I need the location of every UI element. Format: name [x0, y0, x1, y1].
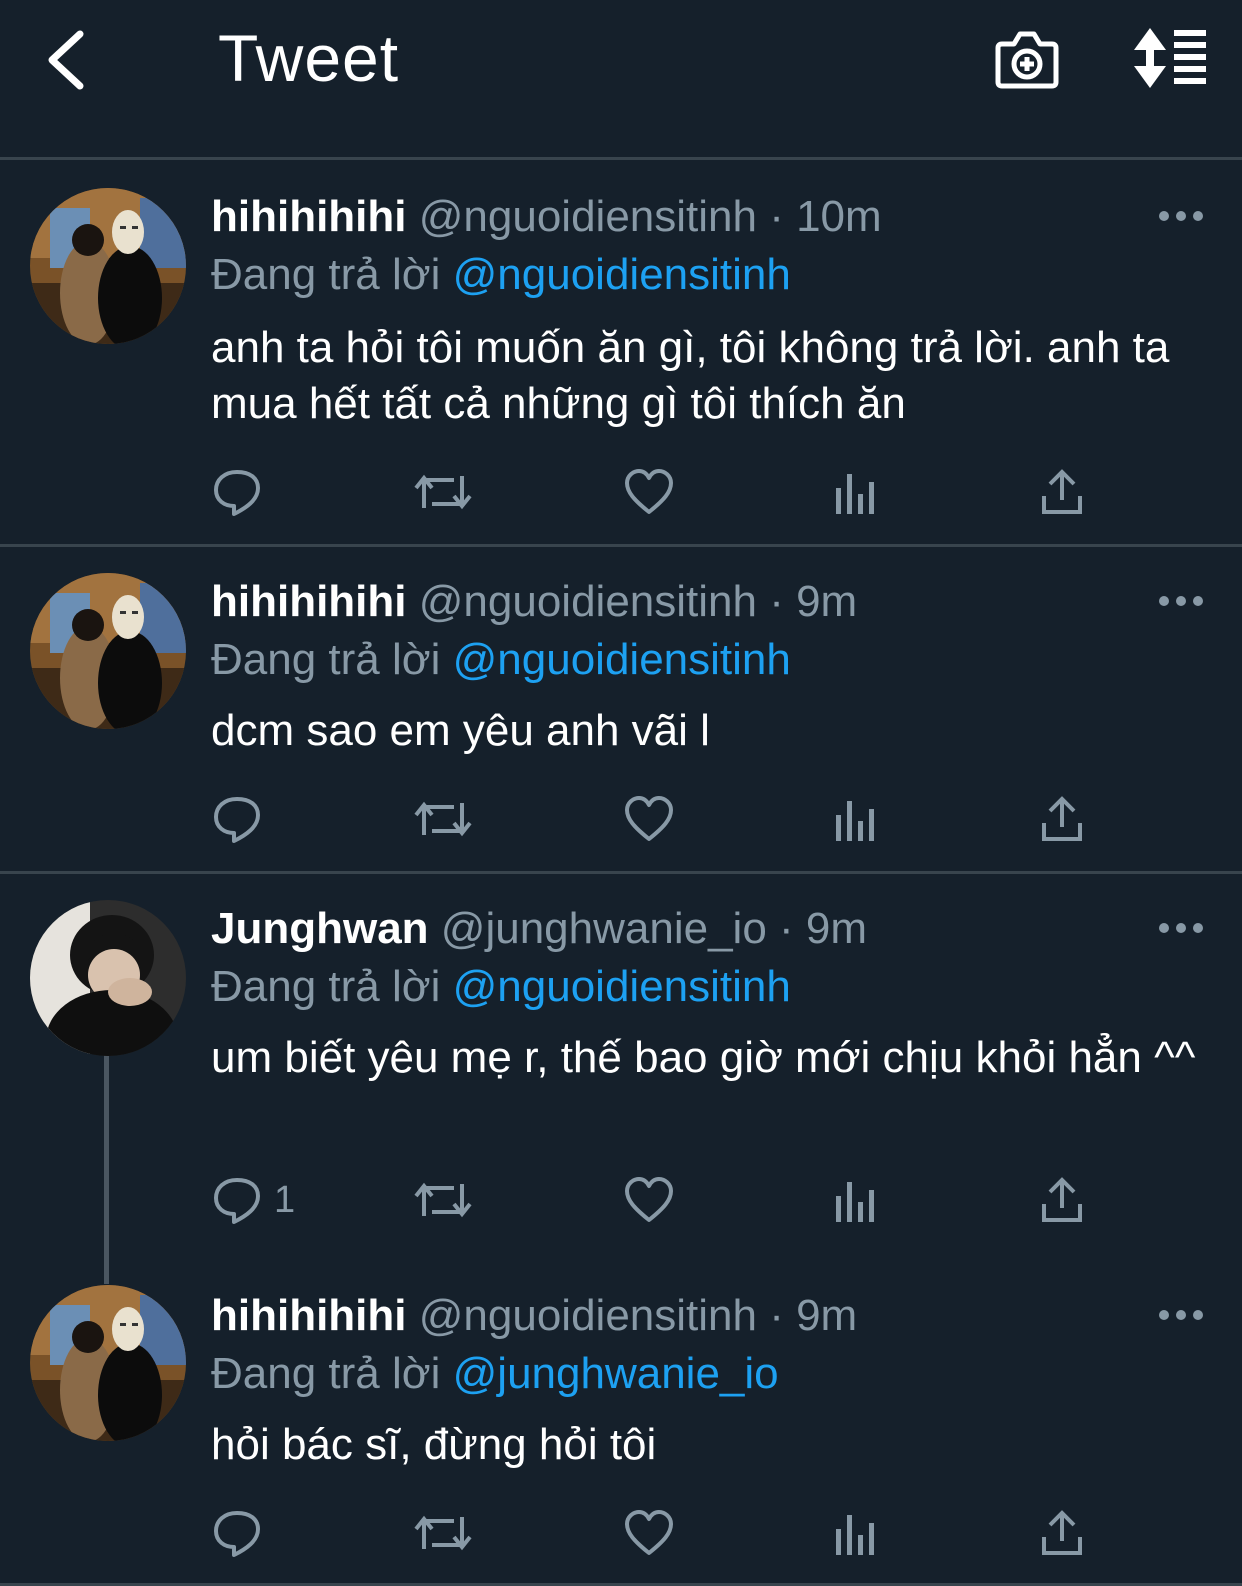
replying-to-mention[interactable]: @junghwanie_io [453, 1349, 779, 1398]
analytics-button[interactable] [834, 789, 878, 849]
heart-icon [625, 1510, 673, 1555]
replying-to-mention[interactable]: @nguoidiensitinh [453, 635, 791, 684]
handle-time: @junghwanie_io · 9m [440, 904, 868, 953]
tweet-actions [0, 1503, 1242, 1563]
tweet-text: um biết yêu mẹ r, thế bao giờ mới chịu k… [211, 1033, 1196, 1082]
thread-connector [104, 1054, 109, 1284]
display-name: hihihihihi [211, 577, 407, 626]
back-button[interactable] [40, 28, 100, 92]
top-bar: Tweet [0, 0, 1242, 160]
like-button[interactable] [624, 462, 674, 522]
tweet-actions [0, 462, 1242, 522]
display-name: Junghwan [211, 904, 429, 953]
retweet-icon [414, 474, 472, 510]
retweet-icon [414, 1182, 472, 1218]
more-options-button[interactable] [1158, 918, 1204, 938]
share-button[interactable] [1040, 789, 1084, 849]
handle-time: @nguoidiensitinh · 9m [418, 1291, 858, 1340]
tweet-actions [0, 789, 1242, 849]
retweet-button[interactable] [414, 1503, 474, 1563]
share-icon [1042, 796, 1082, 841]
like-button[interactable] [624, 789, 674, 849]
more-icon [1159, 923, 1203, 933]
reply-button[interactable] [212, 462, 282, 522]
retweet-icon [414, 1515, 472, 1551]
retweet-button[interactable] [414, 789, 474, 849]
tweet[interactable]: hihihihihi @nguoidiensitinh · 9m Đang tr… [0, 547, 1242, 874]
more-icon [1159, 596, 1203, 606]
retweet-icon [414, 801, 472, 837]
tweet-text: dcm sao em yêu anh vãi l [211, 706, 710, 755]
reply-icon [214, 1178, 260, 1224]
analytics-icon [836, 1182, 874, 1222]
reply-button[interactable]: 1 [212, 1170, 312, 1230]
replying-to-label: Đang trả lời [211, 962, 441, 1011]
share-icon [1042, 1177, 1082, 1222]
camera-plus-icon [995, 31, 1059, 89]
replying-to-label: Đang trả lời [211, 1349, 441, 1398]
share-icon [1042, 469, 1082, 514]
retweet-button[interactable] [414, 462, 474, 522]
analytics-icon [836, 801, 874, 841]
tweet[interactable]: hihihihihi @nguoidiensitinh · 10m Đang t… [0, 160, 1242, 547]
share-button[interactable] [1040, 1170, 1084, 1230]
analytics-button[interactable] [834, 1170, 878, 1230]
heart-icon [625, 796, 673, 841]
more-options-button[interactable] [1158, 206, 1204, 226]
tweet[interactable]: hihihihihi @nguoidiensitinh · 9m Đang tr… [0, 1281, 1242, 1586]
tweet-text: anh ta hỏi tôi muốn ăn gì, tôi không trả… [211, 323, 1170, 428]
avatar[interactable] [30, 1285, 186, 1441]
like-button[interactable] [624, 1170, 674, 1230]
avatar[interactable] [30, 900, 186, 1056]
analytics-button[interactable] [834, 462, 878, 522]
page-title: Tweet [218, 21, 400, 95]
sort-icon [1134, 28, 1206, 88]
heart-icon [625, 1177, 673, 1222]
tweet[interactable]: Junghwan @junghwanie_io · 9m Đang trả lờ… [0, 874, 1242, 1284]
more-options-button[interactable] [1158, 591, 1204, 611]
avatar[interactable] [30, 573, 186, 729]
analytics-button[interactable] [834, 1503, 878, 1563]
display-name: hihihihihi [211, 1291, 407, 1340]
display-name: hihihihihi [211, 192, 407, 241]
like-button[interactable] [624, 1503, 674, 1563]
more-icon [1159, 1310, 1203, 1320]
share-button[interactable] [1040, 1503, 1084, 1563]
reply-button[interactable] [212, 1503, 282, 1563]
tweet-text: hỏi bác sĩ, đừng hỏi tôi [211, 1420, 657, 1469]
screenshot-button[interactable] [994, 26, 1060, 92]
handle-time: @nguoidiensitinh · 10m [418, 192, 882, 241]
reply-button[interactable] [212, 789, 282, 849]
reply-count: 1 [274, 1179, 296, 1221]
share-button[interactable] [1040, 462, 1084, 522]
analytics-icon [836, 1515, 874, 1555]
replying-to-mention[interactable]: @nguoidiensitinh [453, 250, 791, 299]
more-icon [1159, 211, 1203, 221]
share-icon [1042, 1510, 1082, 1555]
reply-icon [214, 1511, 260, 1557]
retweet-button[interactable] [414, 1170, 474, 1230]
reply-icon [214, 797, 260, 843]
tweet-actions: 1 [0, 1170, 1242, 1230]
handle-time: @nguoidiensitinh · 9m [418, 577, 858, 626]
replying-to-label: Đang trả lời [211, 250, 441, 299]
replying-to-mention[interactable]: @nguoidiensitinh [453, 962, 791, 1011]
chevron-left-icon [48, 30, 84, 90]
avatar[interactable] [30, 188, 186, 344]
replying-to-label: Đang trả lời [211, 635, 441, 684]
sort-replies-button[interactable] [1132, 26, 1208, 90]
reply-icon [214, 470, 260, 516]
more-options-button[interactable] [1158, 1305, 1204, 1325]
analytics-icon [836, 474, 874, 514]
heart-icon [625, 469, 673, 514]
